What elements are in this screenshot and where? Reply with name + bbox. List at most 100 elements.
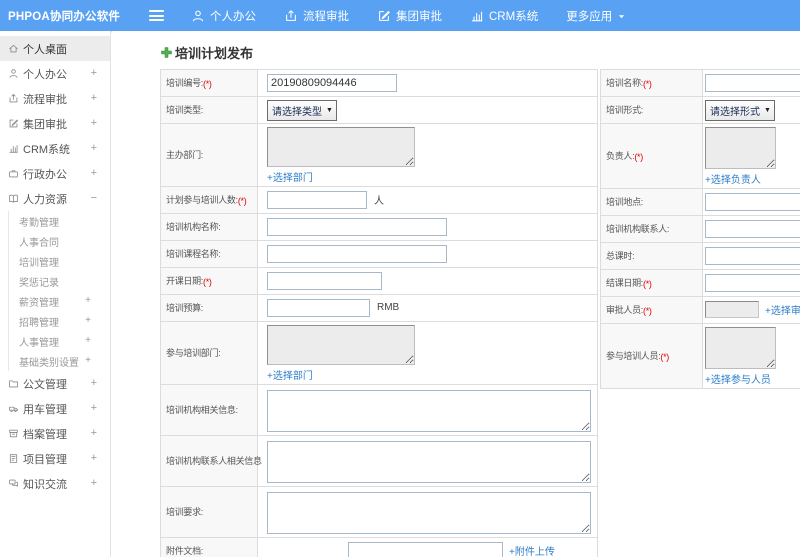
menu-icon[interactable]	[149, 8, 165, 24]
topnav-item[interactable]: 更多应用	[566, 8, 632, 24]
field-input[interactable]	[705, 273, 800, 292]
field-input[interactable]	[267, 298, 370, 317]
expand-plus-icon: +	[85, 315, 91, 326]
field-value-cell: +选择审批人员	[702, 296, 800, 324]
sidebar-item[interactable]: 集团审批 +	[0, 111, 110, 136]
caret-down-icon	[612, 9, 627, 22]
form-row: 计划参与培训人数: (*) 人	[160, 186, 598, 214]
field-label-cell: 培训类型:	[160, 96, 258, 124]
picker-textarea[interactable]	[705, 327, 776, 369]
sidebar-item[interactable]: 个人办公 +	[0, 61, 110, 86]
picker-link[interactable]: +选择参与人员	[705, 371, 800, 386]
picker-link[interactable]: +选择审批人员	[765, 306, 800, 317]
field-value-cell: +选择部门	[257, 123, 598, 187]
sidebar-subitem[interactable]: 招聘管理 +	[9, 311, 110, 331]
unit-suffix: RMB	[377, 302, 400, 314]
info-textarea[interactable]	[267, 440, 591, 483]
sidebar-subitem-label: 培训管理	[19, 257, 59, 269]
expand-plus-icon: +	[90, 377, 97, 389]
sidebar-item[interactable]: 项目管理 +	[0, 446, 110, 471]
form-row: 参与培训部门: +选择部门	[160, 321, 598, 385]
field-input[interactable]	[348, 541, 503, 557]
sidebar-submenu: 考勤管理 人事合同培训管理奖惩记录 薪资管理 + 招聘管理 + 人事管理 + 基础类别设置 +	[8, 211, 110, 371]
field-value-cell: RMB	[257, 294, 598, 322]
sidebar-item[interactable]: 人力资源 −	[0, 186, 110, 211]
field-value-cell	[257, 69, 598, 97]
chart-icon	[470, 9, 484, 23]
required-marker: (*)	[634, 152, 643, 162]
sidebar-item[interactable]: 公文管理 +	[0, 371, 110, 396]
field-select[interactable]: 请选择类型 ▼	[267, 99, 337, 121]
info-textarea[interactable]	[267, 491, 591, 534]
field-label-cell: 培训课程名称:	[160, 240, 258, 268]
field-label-cell: 培训编号: (*)	[160, 69, 258, 97]
field-label-cell: 审批人员: (*)	[600, 296, 703, 324]
picker-link[interactable]: +选择负责人	[705, 171, 800, 186]
topnav-item[interactable]: 流程审批	[284, 8, 349, 24]
field-input[interactable]	[705, 192, 800, 211]
field-label-cell: 参与培训部门:	[160, 321, 258, 385]
field-input[interactable]	[267, 217, 447, 236]
field-input[interactable]	[267, 73, 397, 92]
sidebar-item-label: 个人桌面	[23, 43, 67, 56]
sidebar-item[interactable]: 流程审批 +	[0, 86, 110, 111]
field-label: 主办部门:	[166, 150, 204, 161]
field-input[interactable]	[705, 73, 800, 92]
form-row: 培训编号: (*)	[160, 69, 598, 97]
field-input[interactable]	[267, 190, 367, 209]
approver-readonly-input[interactable]	[705, 301, 759, 319]
field-select[interactable]: 请选择形式 ▼	[705, 99, 775, 121]
sidebar-item[interactable]: 知识交流 +	[0, 471, 110, 496]
field-label-cell: 培训机构联系人:	[600, 215, 703, 243]
sidebar-item-label: 行政办公	[23, 168, 67, 181]
sidebar-subitem[interactable]: 人事合同	[9, 231, 110, 251]
sidebar-item-label: 项目管理	[23, 453, 67, 466]
sidebar-subitem[interactable]: 培训管理	[9, 251, 110, 271]
attachment-upload-link[interactable]: +附件上传	[509, 547, 555, 557]
sidebar-item[interactable]: 行政办公 +	[0, 161, 110, 186]
sidebar: 个人桌面 个人办公 + 流程审批 + 集团审批 + CRM系统 + 行政办公 + 人力资源 − 考勤管理人…	[0, 31, 111, 557]
topnav-item[interactable]: 集团审批	[377, 8, 442, 24]
field-label: 培训编号:	[166, 78, 204, 89]
sidebar-item[interactable]: CRM系统 +	[0, 136, 110, 161]
top-bar: PHPOA协同办公软件 个人办公 流程审批 集团审批 CRM系统 更多应用	[0, 0, 800, 31]
sidebar-subitem[interactable]: 人事管理 +	[9, 331, 110, 351]
topnav-item[interactable]: 个人办公	[191, 8, 256, 24]
picker-link[interactable]: +选择部门	[267, 169, 597, 184]
sidebar-item[interactable]: 档案管理 +	[0, 421, 110, 446]
field-input[interactable]	[705, 219, 800, 238]
field-label: 参与培训部门:	[166, 348, 221, 359]
form-row: 附件文档: +附件上传	[160, 537, 598, 557]
info-textarea[interactable]	[267, 389, 591, 432]
topnav-item[interactable]: CRM系统	[470, 8, 538, 24]
sidebar-item[interactable]: 个人桌面	[0, 36, 110, 61]
sidebar-subitem[interactable]: 考勤管理	[9, 211, 110, 231]
field-label: 负责人:	[606, 151, 635, 162]
expand-plus-icon: +	[90, 427, 97, 439]
field-value-cell	[702, 242, 800, 270]
sidebar-subitem[interactable]: 薪资管理 +	[9, 291, 110, 311]
sidebar-subitem[interactable]: 奖惩记录	[9, 271, 110, 291]
picker-textarea[interactable]	[705, 127, 776, 169]
picker-link[interactable]: +选择部门	[267, 367, 597, 382]
field-value-cell: 请选择形式 ▼	[702, 96, 800, 124]
form-row: 培训形式: 请选择形式 ▼	[600, 96, 800, 124]
topnav-item-label: 集团审批	[396, 10, 442, 23]
picker-textarea[interactable]	[267, 127, 415, 167]
required-marker: (*)	[237, 196, 247, 206]
field-label-cell: 培训地点:	[600, 188, 703, 216]
topnav-item-label: 更多应用	[566, 10, 613, 23]
form-row: 培训预算: RMB	[160, 294, 598, 322]
field-input[interactable]	[267, 244, 447, 263]
sidebar-subitem[interactable]: 基础类别设置 +	[9, 351, 110, 371]
field-input[interactable]	[705, 246, 800, 265]
picker-textarea[interactable]	[267, 325, 415, 365]
sidebar-item-label: 人力资源	[23, 193, 67, 206]
field-label-cell: 计划参与培训人数: (*)	[160, 186, 258, 214]
field-value-cell	[702, 69, 800, 97]
field-label-cell: 培训名称: (*)	[600, 69, 703, 97]
sidebar-item[interactable]: 用车管理 +	[0, 396, 110, 421]
field-value-cell	[702, 188, 800, 216]
field-input[interactable]	[267, 271, 382, 290]
expand-plus-icon: +	[85, 295, 91, 306]
